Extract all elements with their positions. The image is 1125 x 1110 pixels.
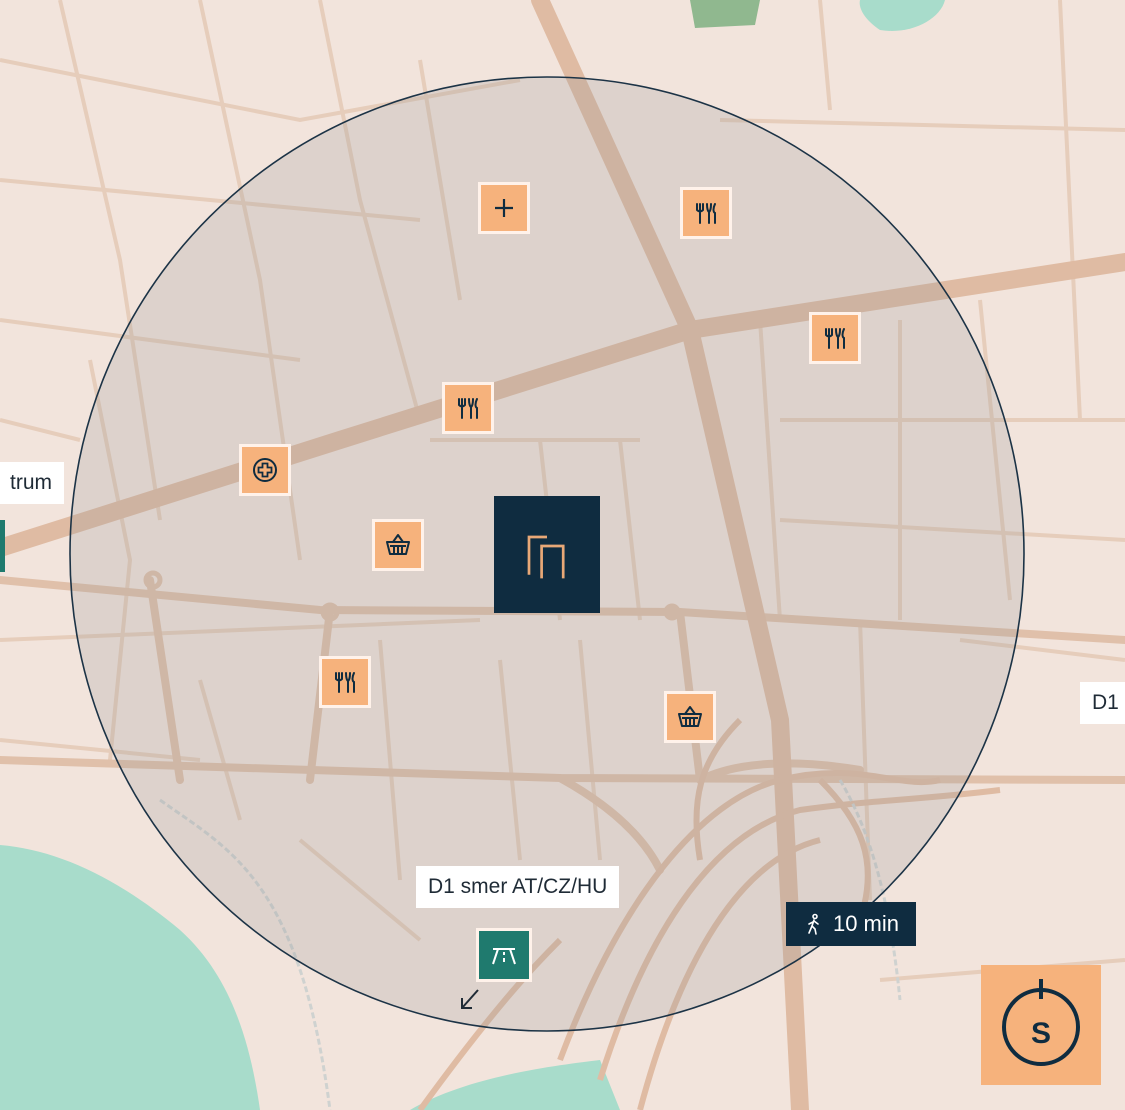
shopping-basket-icon <box>678 706 702 727</box>
cutlery-icon <box>696 203 716 224</box>
poi-hospital[interactable] <box>239 444 291 496</box>
poi-shop[interactable] <box>372 519 424 571</box>
cutlery-icon <box>458 398 478 419</box>
walking-time-badge: 10 min <box>786 902 916 946</box>
medical-cross-icon <box>253 458 277 482</box>
poi-restaurant[interactable] <box>442 382 494 434</box>
map-view[interactable]: trum D1 D1 smer AT/CZ/HU 10 min S <box>0 0 1125 1110</box>
poi-restaurant[interactable] <box>680 187 732 239</box>
poi-shop[interactable] <box>664 691 716 743</box>
transit-marker-edge[interactable] <box>0 520 5 572</box>
shopping-basket-icon <box>386 534 410 555</box>
walking-time-text: 10 min <box>832 911 900 936</box>
road-label-d1: D1 <box>1080 682 1125 724</box>
place-label-centrum: trum <box>0 462 64 504</box>
walking-person-icon <box>808 913 819 935</box>
highway-marker[interactable] <box>476 928 532 982</box>
compass-letter: S <box>1030 1017 1051 1050</box>
highway-icon <box>492 948 516 965</box>
project-logo-icon <box>527 535 565 578</box>
cutlery-icon <box>335 672 355 693</box>
poi-restaurant[interactable] <box>319 656 371 708</box>
poi-restaurant[interactable] <box>809 312 861 364</box>
highway-direction-label: D1 smer AT/CZ/HU <box>416 866 620 908</box>
cutlery-icon <box>825 328 845 349</box>
project-location-marker[interactable] <box>494 496 600 613</box>
plus-icon <box>495 199 513 217</box>
direction-arrow-icon <box>461 989 479 1009</box>
poi-pharmacy[interactable] <box>478 182 530 234</box>
compass-button[interactable]: S <box>981 965 1101 1085</box>
